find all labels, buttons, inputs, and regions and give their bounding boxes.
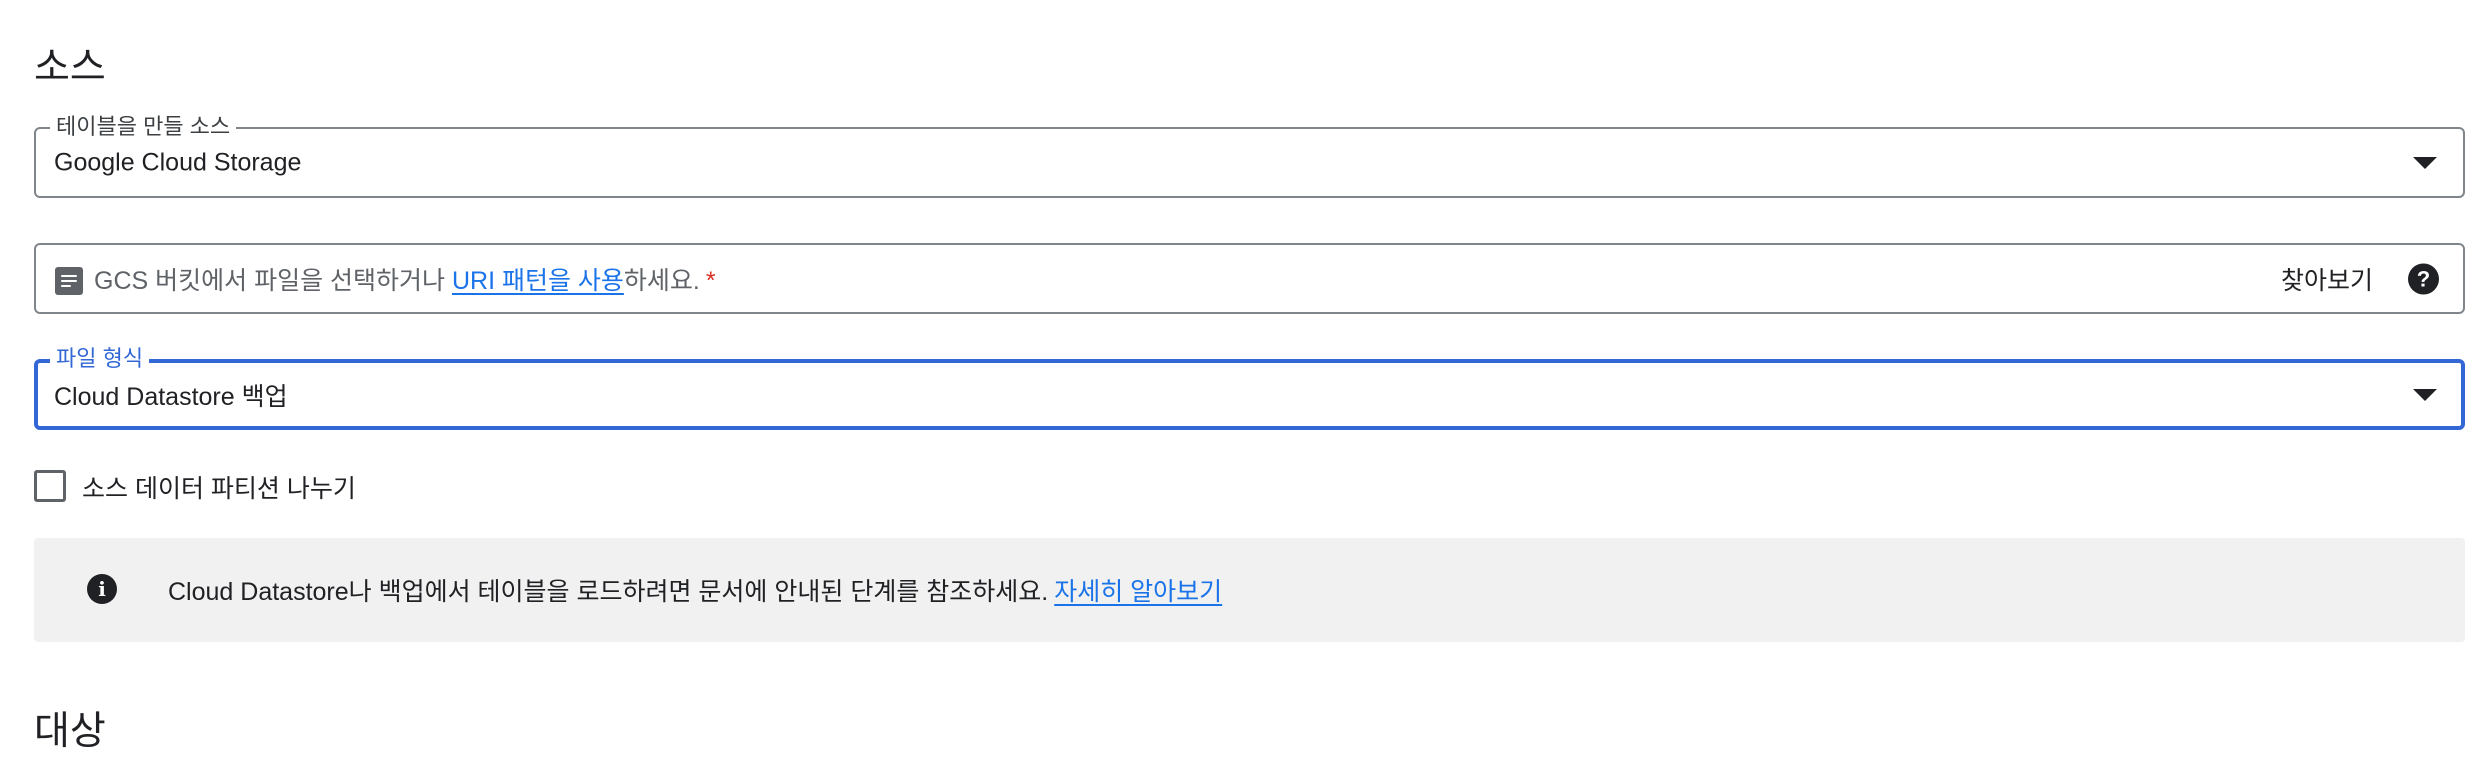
gcs-uri-prefix: GCS 버킷에서 파일을 선택하거나 xyxy=(94,266,452,295)
file-format-label: 파일 형식 xyxy=(50,345,150,373)
learn-more-link[interactable]: 자세히 알아보기 xyxy=(1054,578,1222,606)
source-select[interactable]: 테이블을 만들 소스 Google Cloud Storage xyxy=(34,113,2465,198)
dropdown-arrow-icon xyxy=(2413,388,2437,401)
gcs-uri-placeholder: GCS 버킷에서 파일을 선택하거나 URI 패턴을 사용하세요. * xyxy=(94,261,716,297)
document-icon xyxy=(55,267,83,295)
section-title-target: 대상 xyxy=(34,710,106,753)
partition-checkbox[interactable] xyxy=(34,470,66,502)
uri-pattern-link[interactable]: URI 패턴을 사용 xyxy=(452,267,624,295)
gcs-uri-suffix: 하세요. xyxy=(623,266,700,295)
info-banner: i Cloud Datastore나 백업에서 테이블을 로드하려면 문서에 안… xyxy=(34,538,2465,642)
source-select-value: Google Cloud Storage xyxy=(54,148,302,176)
file-format-value: Cloud Datastore 백업 xyxy=(54,382,288,411)
section-title-source: 소스 xyxy=(34,46,106,89)
file-format-select[interactable]: 파일 형식 Cloud Datastore 백업 xyxy=(34,345,2465,430)
source-select-label: 테이블을 만들 소스 xyxy=(50,113,237,141)
browse-button[interactable]: 찾아보기 xyxy=(2281,261,2373,297)
info-icon: i xyxy=(87,574,117,604)
required-asterisk: * xyxy=(705,266,716,295)
info-banner-message: Cloud Datastore나 백업에서 테이블을 로드하려면 문서에 안내된… xyxy=(168,572,1222,608)
gcs-uri-field[interactable]: GCS 버킷에서 파일을 선택하거나 URI 패턴을 사용하세요. * 찾아보기 … xyxy=(34,243,2465,314)
partition-checkbox-label[interactable]: 소스 데이터 파티션 나누기 xyxy=(82,469,356,505)
dropdown-arrow-icon xyxy=(2413,156,2437,169)
help-icon[interactable]: ? xyxy=(2408,263,2439,294)
create-table-page: 소스 테이블을 만들 소스 Google Cloud Storage GCS 버… xyxy=(0,0,2482,766)
info-banner-text: Cloud Datastore나 백업에서 테이블을 로드하려면 문서에 안내된… xyxy=(168,578,1049,606)
